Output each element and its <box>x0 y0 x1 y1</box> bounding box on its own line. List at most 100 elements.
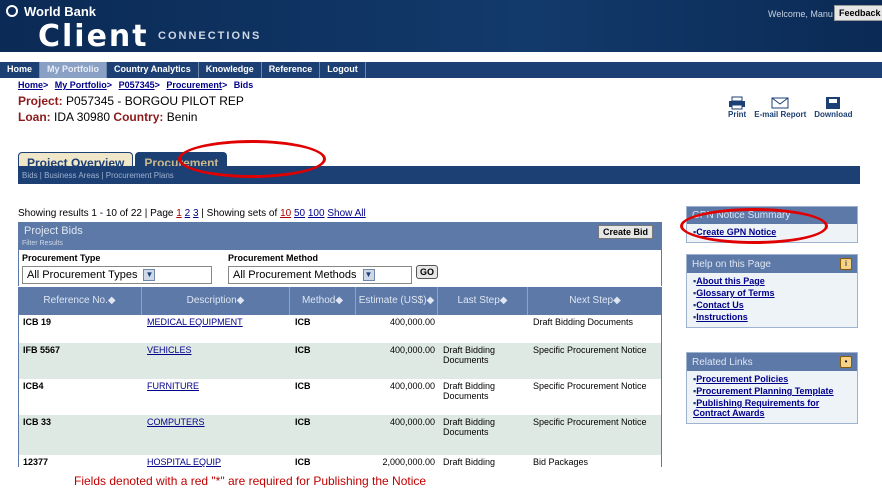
cell-estimate: 400,000.00 <box>389 317 435 327</box>
project-name: - BORGOU PILOT REP <box>114 94 244 108</box>
help-link-about[interactable]: About this Page <box>696 276 765 286</box>
help-link-contact[interactable]: Contact Us <box>696 300 744 310</box>
create-bid-button[interactable]: Create Bid <box>598 225 654 239</box>
table-row: 12377 HOSPITAL EQUIP ICB 2,000,000.00 Dr… <box>18 455 662 467</box>
cell-ref: IFB 5567 <box>23 345 61 355</box>
envelope-icon <box>771 97 789 109</box>
nav-reference[interactable]: Reference <box>262 62 321 78</box>
go-button[interactable]: GO <box>416 265 439 279</box>
cell-method: ICB <box>295 457 311 467</box>
breadcrumb-bids: Bids <box>233 80 254 90</box>
set-size-10[interactable]: 10 <box>280 208 291 219</box>
results-summary: Showing results 1 - 10 of 22 | Page 1 2 … <box>18 208 366 219</box>
table-row: ICB 33 COMPUTERS ICB 400,000.00 Draft Bi… <box>18 415 662 455</box>
help-link-instructions[interactable]: Instructions <box>696 312 748 322</box>
tab-sub-links[interactable]: Bids | Business Areas | Procurement Plan… <box>22 171 174 180</box>
cell-ref: ICB 19 <box>23 317 52 327</box>
col-next-step[interactable]: Next Step ◆ <box>528 287 662 315</box>
page-link-3[interactable]: 3 <box>193 208 199 219</box>
print-label: Print <box>728 110 747 119</box>
page-label: | Page <box>144 208 174 219</box>
nav-home[interactable]: Home <box>0 62 41 78</box>
results-text: Showing results 1 - 10 of <box>18 208 129 219</box>
col-next-step-label: Next Step <box>569 295 614 306</box>
table-row: IFB 5567 VEHICLES ICB 400,000.00 Draft B… <box>18 343 662 379</box>
highlight-oval-gpn <box>680 208 828 244</box>
project-bids-title: Project Bids <box>24 225 83 237</box>
cell-estimate: 400,000.00 <box>389 417 435 427</box>
related-link-policies[interactable]: Procurement Policies <box>696 374 788 384</box>
page-link-2[interactable]: 2 <box>185 208 191 219</box>
cell-next: Specific Procurement Notice <box>533 417 647 427</box>
col-description[interactable]: Description ◆ <box>142 287 290 315</box>
set-size-100[interactable]: 100 <box>308 208 325 219</box>
project-bids-header <box>18 222 662 240</box>
col-method[interactable]: Method ◆ <box>290 287 356 315</box>
set-size-50[interactable]: 50 <box>294 208 305 219</box>
col-reference[interactable]: Reference No. ◆ <box>18 287 142 315</box>
nav-my-portfolio[interactable]: My Portfolio <box>40 62 108 78</box>
table-header: Reference No. ◆ Description ◆ Method ◆ E… <box>18 287 662 315</box>
filter-label: Filter Results <box>22 240 63 247</box>
related-link-planning-template[interactable]: Procurement Planning Template <box>696 386 833 396</box>
feedback-button[interactable]: Feedback <box>834 5 882 21</box>
cell-method: ICB <box>295 417 311 427</box>
project-label: Project: <box>18 94 63 108</box>
cell-ref: ICB 33 <box>23 417 52 427</box>
connections-logo-text: CONNECTIONS <box>158 30 262 42</box>
procurement-method-value: All Procurement Methods <box>233 269 357 281</box>
cell-desc-link[interactable]: COMPUTERS <box>147 417 205 427</box>
nav-logout[interactable]: Logout <box>320 62 366 78</box>
nav-knowledge[interactable]: Knowledge <box>199 62 262 78</box>
procurement-type-select[interactable]: All Procurement Types ▼ <box>22 266 212 284</box>
procurement-type-label: Procurement Type <box>22 253 101 263</box>
cell-desc-link[interactable]: HOSPITAL EQUIP <box>147 457 221 467</box>
col-last-step-label: Last Step <box>457 295 500 306</box>
col-estimate[interactable]: Estimate (US$) ◆ <box>356 287 438 315</box>
col-reference-label: Reference No. <box>43 295 108 306</box>
country-label: Country: <box>113 110 164 124</box>
cell-desc-link[interactable]: MEDICAL EQUIPMENT <box>147 317 243 327</box>
world-bank-title: World Bank <box>24 4 96 19</box>
banner: World Bank Client CONNECTIONS Welcome, M… <box>0 0 882 54</box>
table-row: ICB 19 MEDICAL EQUIPMENT ICB 400,000.00 … <box>18 315 662 343</box>
project-line: Project: P057345 - BORGOU PILOT REP <box>18 94 244 108</box>
cell-last: Draft Bidding Documents <box>443 417 496 437</box>
required-fields-note: Fields denoted with a red "*" are requir… <box>74 474 427 488</box>
breadcrumb: Home> My Portfolio> P057345> Procurement… <box>18 80 254 90</box>
client-logo-text: Client <box>38 19 149 54</box>
show-all-link[interactable]: Show All <box>327 208 365 219</box>
highlight-oval-procurement <box>178 140 326 178</box>
email-label: E-mail Report <box>754 110 807 119</box>
cell-estimate: 400,000.00 <box>389 345 435 355</box>
nav-country-analytics[interactable]: Country Analytics <box>107 62 199 78</box>
breadcrumb-procurement[interactable]: Procurement <box>166 80 222 90</box>
col-last-step[interactable]: Last Step ◆ <box>438 287 528 315</box>
email-report-button[interactable]: E-mail Report <box>754 96 806 119</box>
cell-last: Draft Bidding Documents <box>443 381 496 401</box>
help-box: Help on this Page i About this Page Gloss… <box>686 254 858 328</box>
page-link-1[interactable]: 1 <box>176 208 182 219</box>
procurement-method-select[interactable]: All Procurement Methods ▼ <box>228 266 412 284</box>
main-nav: Home My Portfolio Country Analytics Know… <box>0 62 882 78</box>
results-total: 22 <box>130 208 142 219</box>
print-button[interactable]: Print <box>728 96 746 119</box>
download-icon <box>826 97 841 109</box>
download-button[interactable]: Download <box>814 96 852 119</box>
procurement-type-value: All Procurement Types <box>27 269 138 281</box>
help-link-glossary[interactable]: Glossary of Terms <box>696 288 774 298</box>
breadcrumb-project[interactable]: P057345 <box>119 80 155 90</box>
cell-desc-link[interactable]: VEHICLES <box>147 345 192 355</box>
info-icon[interactable]: i <box>840 258 852 270</box>
cell-desc-link[interactable]: FURNITURE <box>147 381 199 391</box>
cell-method: ICB <box>295 381 311 391</box>
breadcrumb-portfolio[interactable]: My Portfolio <box>55 80 107 90</box>
help-title: Help on this Page <box>692 258 771 270</box>
chevron-down-icon: ▼ <box>362 269 375 281</box>
loan-value: IDA 30980 <box>54 110 111 124</box>
world-bank-logo-icon <box>6 5 18 17</box>
related-link-publishing-requirements[interactable]: Publishing Requirements for Contract Awa… <box>693 398 819 418</box>
cell-next: Specific Procurement Notice <box>533 345 647 355</box>
breadcrumb-home[interactable]: Home <box>18 80 43 90</box>
country-value: Benin <box>166 110 198 124</box>
